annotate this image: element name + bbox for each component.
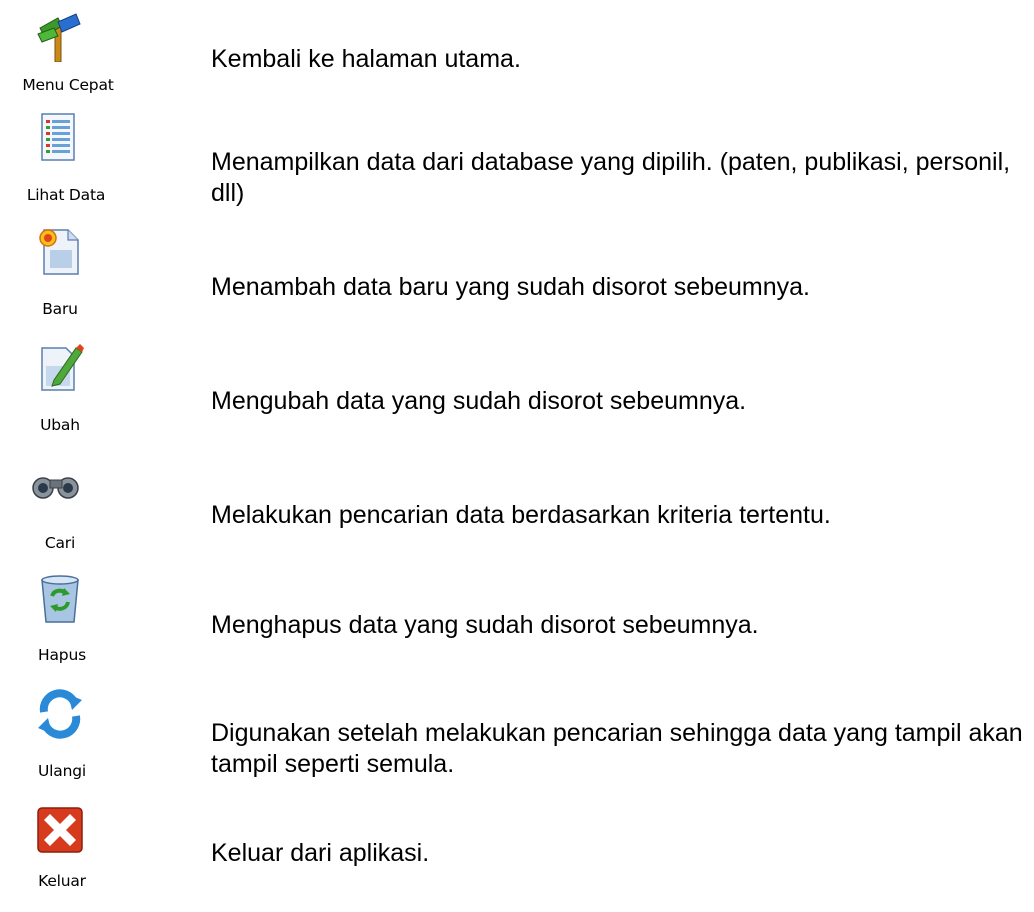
baru-description: Menambah data baru yang sudah disorot se… (211, 273, 810, 301)
edit-document-icon (34, 342, 86, 394)
hapus-button[interactable]: Hapus (0, 570, 152, 680)
ubah-description: Mengubah data yang sudah disorot sebeumn… (211, 387, 747, 415)
hapus-description: Menghapus data yang sudah disorot sebeum… (211, 611, 759, 639)
lihat-data-label: Lihat Data (26, 186, 106, 204)
legend-row-lihat-data: Lihat Data Menampilkan data dari databas… (0, 112, 1034, 222)
cari-label: Cari (44, 534, 76, 552)
ubah-label: Ubah (40, 416, 80, 434)
ubah-button[interactable]: Ubah (0, 342, 152, 452)
recycle-bin-icon (34, 574, 86, 626)
hapus-label: Hapus (38, 646, 86, 664)
legend-row-baru: Baru Menambah data baru yang sudah disor… (0, 226, 1034, 336)
ulangi-description: Digunakan setelah melakukan pencarian se… (211, 719, 1023, 778)
binoculars-icon (30, 464, 82, 516)
legend-row-cari: Cari Melakukan pencarian data berdasarka… (0, 458, 1034, 568)
legend-row-ulangi: Ulangi Digunakan setelah melakukan penca… (0, 686, 1034, 796)
menu-cepat-button[interactable]: Menu Cepat (0, 10, 152, 120)
legend-row-hapus: Hapus Menghapus data yang sudah disorot … (0, 570, 1034, 680)
ulangi-label: Ulangi (38, 762, 86, 780)
legend-row-menu-cepat: Menu Cepat Kembali ke halaman utama. (0, 10, 1034, 120)
lihat-data-button[interactable]: Lihat Data (0, 112, 152, 222)
cari-description: Melakukan pencarian data berdasarkan kri… (211, 501, 831, 529)
keluar-button[interactable]: Keluar (0, 802, 152, 912)
keluar-label: Keluar (38, 872, 86, 890)
menu-cepat-description: Kembali ke halaman utama. (211, 45, 521, 73)
baru-button[interactable]: Baru (0, 226, 152, 336)
baru-label: Baru (42, 300, 78, 318)
signpost-icon (32, 10, 84, 62)
menu-cepat-label: Menu Cepat (22, 76, 114, 94)
keluar-description: Keluar dari aplikasi. (211, 839, 430, 867)
data-list-icon (34, 112, 86, 164)
cari-button[interactable]: Cari (0, 458, 152, 568)
refresh-icon (34, 688, 86, 740)
legend-row-keluar: Keluar Keluar dari aplikasi. (0, 802, 1034, 912)
new-document-icon (34, 226, 86, 278)
close-x-icon (34, 804, 86, 856)
legend-row-ubah: Ubah Mengubah data yang sudah disorot se… (0, 342, 1034, 452)
ulangi-button[interactable]: Ulangi (0, 686, 152, 796)
lihat-data-description: Menampilkan data dari database yang dipi… (211, 148, 1011, 207)
